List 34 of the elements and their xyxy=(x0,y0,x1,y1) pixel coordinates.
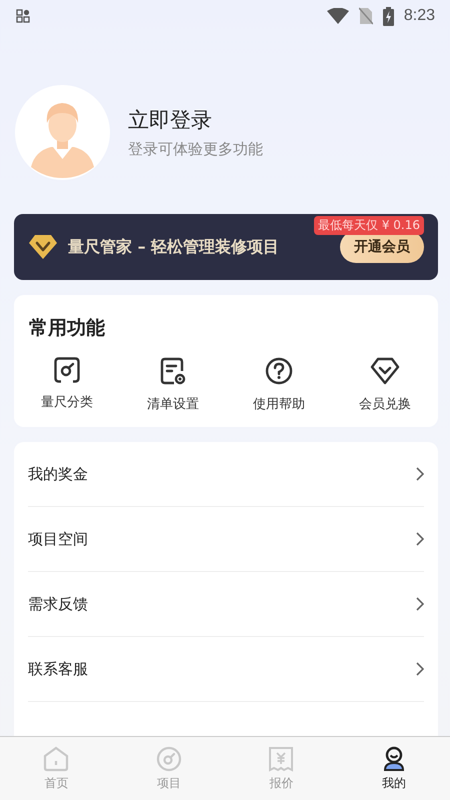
function-item[interactable]: 使用帮助 xyxy=(226,357,332,413)
gauge-icon xyxy=(54,357,80,383)
list-settings-icon xyxy=(160,357,186,385)
diamond-icon xyxy=(28,234,58,260)
menu-item[interactable]: 联系客服 xyxy=(28,637,424,702)
diamond-icon xyxy=(370,357,400,385)
no-sim-icon xyxy=(358,7,373,25)
home-icon xyxy=(43,746,70,772)
vip-banner[interactable]: 量尺管家 – 轻松管理装修项目 最低每天仅 ¥ 0.16 开通会员 xyxy=(14,214,438,280)
login-subtitle: 登录可体验更多功能 xyxy=(128,140,263,159)
menu-item[interactable]: 我的奖金 xyxy=(28,442,424,507)
tab[interactable]: 我的 xyxy=(338,737,450,800)
login-title[interactable]: 立即登录 xyxy=(128,106,263,134)
user-icon xyxy=(382,746,406,772)
status-time: 8:23 xyxy=(404,7,435,25)
receipt-icon xyxy=(268,746,294,772)
chevron-right-icon xyxy=(416,532,424,546)
function-item[interactable]: 会员兑换 xyxy=(332,357,438,413)
apps-icon xyxy=(16,9,30,23)
avatar-icon[interactable] xyxy=(15,85,110,180)
function-item[interactable]: 量尺分类 xyxy=(14,357,120,413)
menu-item[interactable]: 需求反馈 xyxy=(28,572,424,637)
help-icon xyxy=(265,357,293,385)
gauge-icon xyxy=(156,746,182,772)
section-title: 常用功能 xyxy=(28,316,106,341)
chevron-right-icon xyxy=(416,467,424,481)
chevron-right-icon xyxy=(416,662,424,676)
function-item[interactable]: 清单设置 xyxy=(120,357,226,413)
chevron-right-icon xyxy=(416,597,424,611)
price-badge: 最低每天仅 ¥ 0.16 xyxy=(314,216,424,235)
menu-item[interactable]: 项目空间 xyxy=(28,507,424,572)
vip-banner-title: 量尺管家 – 轻松管理装修项目 xyxy=(68,236,280,258)
wifi-icon xyxy=(326,8,349,24)
battery-icon xyxy=(382,6,394,26)
